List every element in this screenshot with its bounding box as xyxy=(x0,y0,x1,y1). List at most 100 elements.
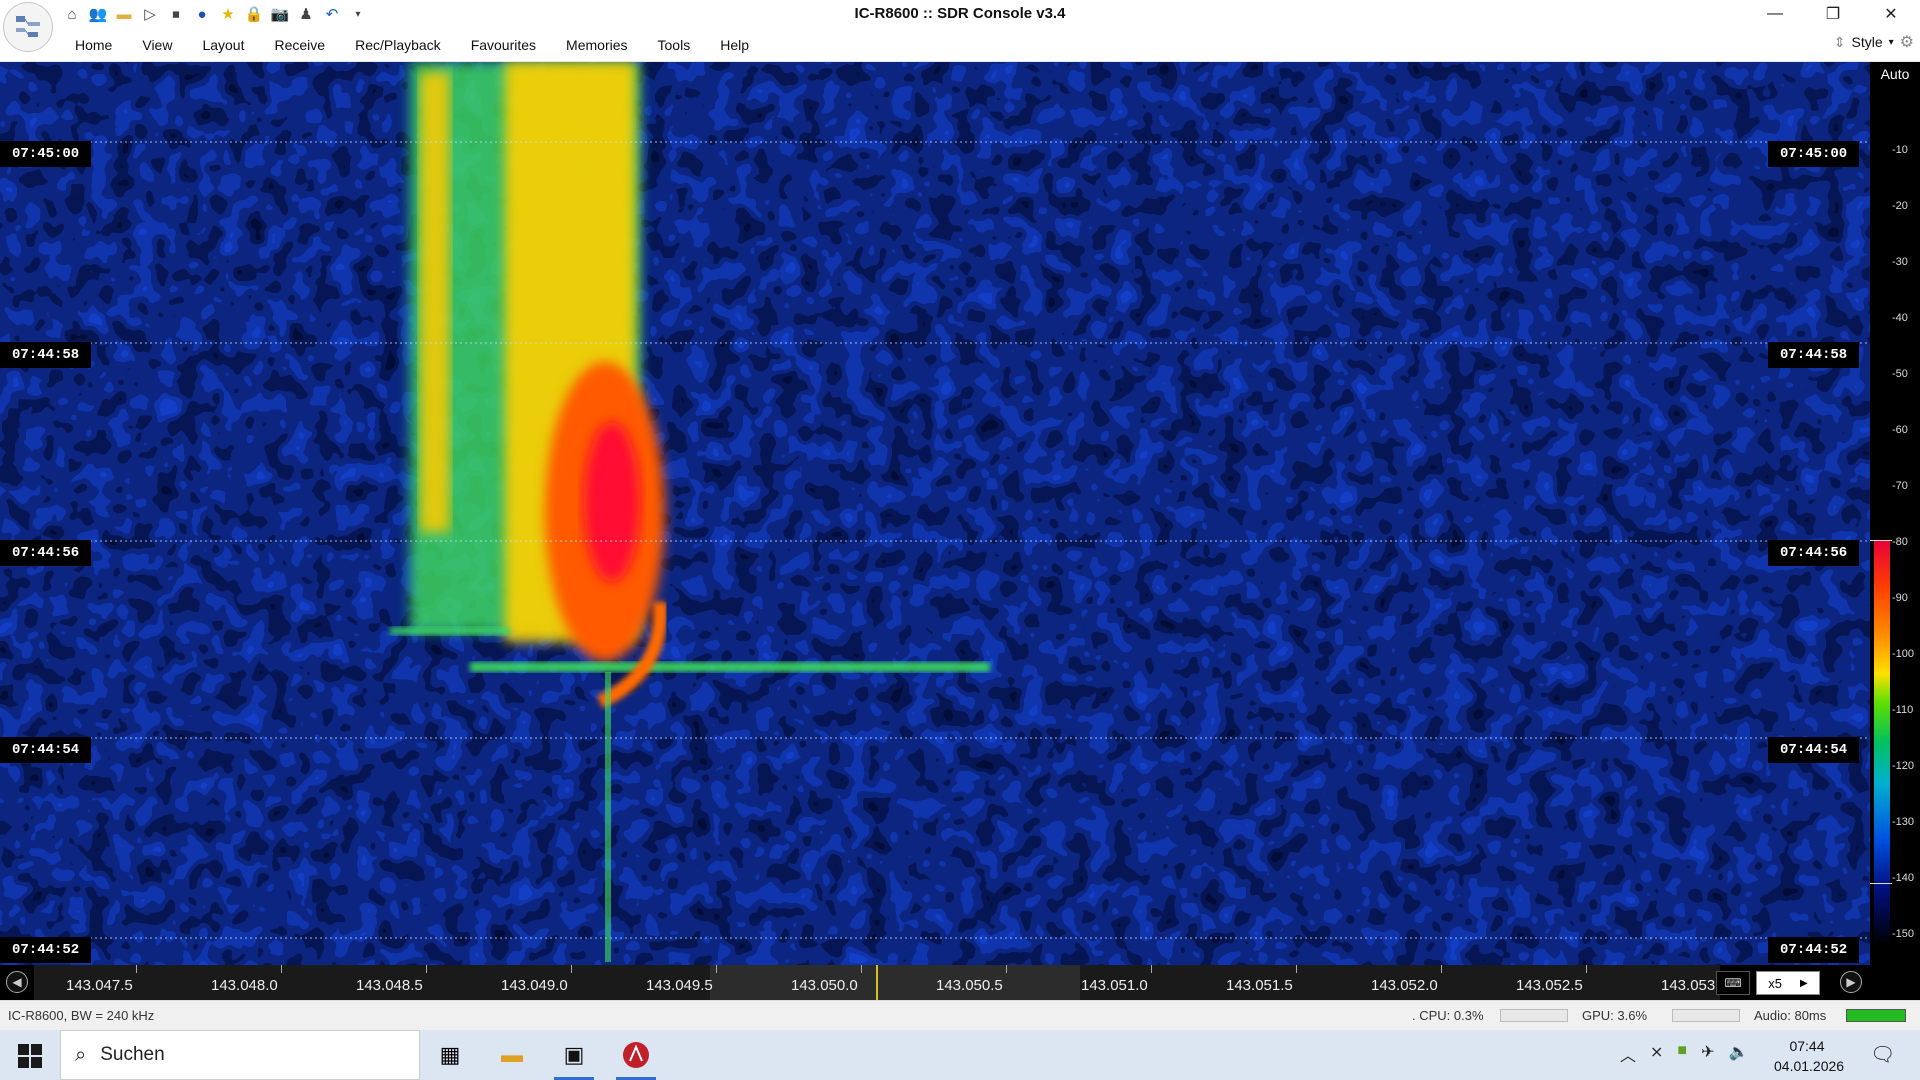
clock-date: 04.01.2026 xyxy=(1774,1058,1845,1074)
freq-label: 143.052.5 xyxy=(1516,977,1583,994)
user-icon[interactable]: ♟ xyxy=(296,4,316,24)
zoom-value: x5 xyxy=(1768,975,1783,991)
nvidia-icon[interactable]: ■ xyxy=(1677,1042,1687,1066)
window-controls: — ❐ ✕ xyxy=(1746,0,1920,28)
windows-start-icon[interactable] xyxy=(16,1042,44,1070)
scale-tick: -120 xyxy=(1892,760,1915,772)
chevron-up-icon[interactable]: ︿ xyxy=(1620,1042,1636,1066)
auto-button[interactable]: Auto xyxy=(1870,62,1920,86)
folder-icon[interactable]: ▬ xyxy=(114,4,134,24)
freq-label: 143.050.5 xyxy=(936,977,1003,994)
frequency-scale[interactable]: 143.047.5 143.048.0 143.048.5 143.049.0 … xyxy=(34,965,1720,1000)
color-bar xyxy=(1874,540,1890,945)
time-label-left: 07:44:54 xyxy=(0,737,92,763)
scale-tick: -10 xyxy=(1892,144,1908,156)
scale-tick: -60 xyxy=(1892,424,1908,436)
quick-access-toolbar: ⌂ 👥 ▬ ▷ ⏹ ● ★ 🔒 📷 ♟ ↶ ▾ xyxy=(62,2,368,26)
scale-tick: -110 xyxy=(1892,704,1914,716)
freq-label: 143.052.0 xyxy=(1371,977,1438,994)
close-icon[interactable]: ✕ xyxy=(1862,0,1920,28)
style-menu[interactable]: ⇕ Style ▾ ⚙ xyxy=(1834,32,1914,52)
menu-rec-playback[interactable]: Rec/Playback xyxy=(340,37,456,53)
play-icon[interactable]: ▷ xyxy=(140,4,160,24)
sdr-console-icon[interactable] xyxy=(616,1038,656,1072)
menu-layout[interactable]: Layout xyxy=(187,37,259,53)
task-view-icon[interactable]: ▦ xyxy=(430,1038,470,1072)
time-label-right: 07:44:56 xyxy=(1768,540,1860,566)
menu-tools[interactable]: Tools xyxy=(643,37,706,53)
chevron-down-icon: ▾ xyxy=(1888,36,1894,48)
time-label-right: 07:44:54 xyxy=(1768,737,1860,763)
gear-icon[interactable]: ⚙ xyxy=(1900,32,1914,52)
scale-tick: -50 xyxy=(1892,368,1908,380)
scroll-left-button[interactable]: ◀ xyxy=(6,971,28,993)
app-menu-button[interactable] xyxy=(3,2,53,52)
network-disconnected-icon[interactable]: ⨯ xyxy=(1650,1042,1663,1066)
scale-marker xyxy=(1870,540,1892,541)
tuning-cursor[interactable] xyxy=(876,965,878,1000)
notification-icon[interactable]: 🗨 xyxy=(1870,1042,1895,1067)
scale-tick: -130 xyxy=(1892,816,1915,828)
scale-tick: -140 xyxy=(1892,872,1915,884)
menu-receive[interactable]: Receive xyxy=(260,37,341,53)
main-menu: Home View Layout Receive Rec/Playback Fa… xyxy=(60,28,764,62)
audio-status: Audio: 80ms xyxy=(1754,1008,1827,1023)
scale-marker xyxy=(1870,883,1892,884)
time-label-left: 07:45:00 xyxy=(0,141,92,167)
level-scale[interactable]: Auto -10 -20 -30 -40 -50 -60 -70 -80 -90… xyxy=(1870,62,1920,965)
stop-icon[interactable]: ⏹ xyxy=(166,4,186,24)
scale-tick: -20 xyxy=(1892,200,1908,212)
zoom-select[interactable]: x5 ▶ xyxy=(1756,971,1820,995)
waterfall-display[interactable]: 07:45:00 07:45:00 07:44:58 07:44:58 07:4… xyxy=(0,62,1870,965)
time-label-right: 07:44:52 xyxy=(1768,937,1860,963)
users-icon[interactable]: 👥 xyxy=(88,4,108,24)
clock-time: 07:44 xyxy=(1789,1038,1825,1054)
device-status: IC-R8600, BW = 240 kHz xyxy=(8,1008,155,1023)
camera-icon[interactable]: 📷 xyxy=(270,4,290,24)
search-icon: ⌕ xyxy=(75,1043,87,1066)
menu-home[interactable]: Home xyxy=(60,37,127,53)
record-icon[interactable]: ● xyxy=(192,4,212,24)
restore-icon[interactable]: ❐ xyxy=(1804,0,1862,28)
scroll-right-button[interactable]: ▶ xyxy=(1840,971,1862,993)
cpu-status: . CPU: 0.3% xyxy=(1412,1008,1484,1023)
clock[interactable]: 07:44 04.01.2026 xyxy=(1774,1036,1845,1076)
waterfall-image xyxy=(0,62,1870,965)
freq-label: 143.048.0 xyxy=(211,977,278,994)
style-label: Style xyxy=(1851,34,1883,50)
freq-label: 143.049.5 xyxy=(646,977,713,994)
freq-label: 143.050.0 xyxy=(791,977,858,994)
home-icon[interactable]: ⌂ xyxy=(62,4,82,24)
menu-favourites[interactable]: Favourites xyxy=(456,37,551,53)
airplane-icon[interactable]: ✈ xyxy=(1701,1042,1714,1066)
taskbar-search[interactable]: ⌕ Suchen xyxy=(60,1030,420,1080)
menu-memories[interactable]: Memories xyxy=(551,37,642,53)
terminal-icon[interactable]: ▣ xyxy=(554,1038,594,1072)
scroll-icon: ⇕ xyxy=(1833,33,1846,50)
menu-bar: Home View Layout Receive Rec/Playback Fa… xyxy=(0,28,1920,86)
keyboard-icon[interactable]: ⌨ xyxy=(1716,971,1750,995)
gpu-status: GPU: 3.6% xyxy=(1582,1008,1648,1023)
time-label-right: 07:45:00 xyxy=(1768,141,1860,167)
menu-help[interactable]: Help xyxy=(705,37,764,53)
menu-view[interactable]: View xyxy=(127,37,187,53)
file-explorer-icon[interactable]: ▬ xyxy=(492,1038,532,1072)
search-placeholder: Suchen xyxy=(100,1044,165,1065)
undo-icon[interactable]: ↶ xyxy=(322,4,342,24)
dropdown-icon[interactable]: ▾ xyxy=(348,4,368,24)
volume-icon[interactable]: 🔈 xyxy=(1729,1042,1749,1066)
star-icon[interactable]: ★ xyxy=(218,4,238,24)
scale-tick: -70 xyxy=(1892,480,1908,492)
time-label-right: 07:44:58 xyxy=(1768,342,1860,368)
minimize-icon[interactable]: — xyxy=(1746,0,1804,28)
freq-label: 143.051.0 xyxy=(1081,977,1148,994)
system-tray: ︿ ⨯ ■ ✈ 🔈 xyxy=(1620,1042,1748,1066)
zoom-controls: ⌨ x5 ▶ xyxy=(1716,970,1888,996)
scale-tick: -40 xyxy=(1892,312,1908,324)
scale-tick: -100 xyxy=(1892,648,1915,660)
app-logo-icon xyxy=(16,16,40,37)
freq-label: 143.051.5 xyxy=(1226,977,1293,994)
lock-icon[interactable]: 🔒 xyxy=(244,4,264,24)
scale-tick: -90 xyxy=(1892,592,1908,604)
time-label-left: 07:44:52 xyxy=(0,937,92,963)
